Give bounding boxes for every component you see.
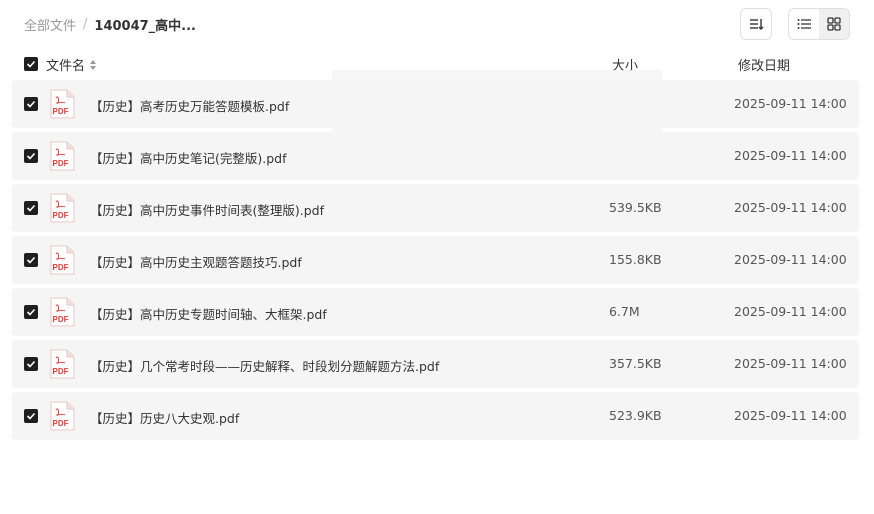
breadcrumb: 全部文件 / 140047_高中... (24, 14, 196, 34)
pdf-file-icon: PDF (49, 193, 75, 226)
grid-view-button[interactable] (819, 9, 849, 39)
check-icon (26, 152, 36, 160)
check-icon (26, 204, 36, 212)
breadcrumb-root-link[interactable]: 全部文件 (24, 15, 76, 34)
file-date: 2025-09-11 14:00 (734, 252, 847, 267)
file-size: 539.5KB (609, 200, 662, 215)
file-checkbox[interactable] (24, 201, 38, 215)
file-checkbox[interactable] (24, 97, 38, 111)
pdf-file-icon: PDF (49, 141, 75, 174)
list-view-button[interactable] (789, 9, 819, 39)
file-row[interactable]: PDF 【历史】几个常考时段——历史解释、时段划分题解题方法.pdf 357.5… (12, 340, 859, 388)
file-checkbox[interactable] (24, 305, 38, 319)
file-type-label: PDF (53, 211, 69, 220)
column-header-name[interactable]: 文件名 (46, 55, 97, 74)
file-type-label: PDF (53, 263, 69, 272)
file-checkbox[interactable] (24, 409, 38, 423)
file-row[interactable]: PDF 【历史】高中历史事件时间表(整理版).pdf 539.5KB 2025-… (12, 184, 859, 232)
file-name[interactable]: 【历史】高考历史万能答题模板.pdf (90, 96, 289, 115)
file-row[interactable]: PDF 【历史】高中历史主观题答题技巧.pdf 155.8KB 2025-09-… (12, 236, 859, 284)
file-row[interactable]: PDF 【历史】高中历史专题时间轴、大框架.pdf 6.7M 2025-09-1… (12, 288, 859, 336)
pdf-file-icon: PDF (49, 401, 75, 434)
file-size: 6.7M (609, 304, 640, 319)
file-size: 523.9KB (609, 408, 662, 423)
check-icon (26, 256, 36, 264)
file-date: 2025-09-11 14:00 (734, 408, 847, 423)
file-name[interactable]: 【历史】高中历史专题时间轴、大框架.pdf (90, 304, 327, 323)
view-toggle (788, 8, 850, 40)
file-type-label: PDF (53, 419, 69, 428)
file-checkbox[interactable] (24, 253, 38, 267)
breadcrumb-separator: / (83, 16, 88, 32)
file-type-label: PDF (53, 315, 69, 324)
file-date: 2025-09-11 14:00 (734, 96, 847, 111)
file-row[interactable]: PDF 【历史】历史八大史观.pdf 523.9KB 2025-09-11 14… (12, 392, 859, 440)
file-size: 357.5KB (609, 356, 662, 371)
pdf-file-icon: PDF (49, 89, 75, 122)
list-view-icon (797, 19, 811, 29)
file-checkbox[interactable] (24, 149, 38, 163)
loading-overlay (332, 70, 662, 170)
sort-button[interactable] (740, 8, 772, 40)
grid-view-icon (827, 17, 841, 31)
check-icon (26, 360, 36, 368)
file-type-label: PDF (53, 107, 69, 116)
breadcrumb-current-folder: 140047_高中... (94, 18, 196, 34)
file-browser: 全部文件 / 140047_高中... 文件名 大小 修改日期 PDF 【历史】… (0, 0, 874, 514)
sort-caret-icon (89, 59, 97, 71)
check-icon (26, 100, 36, 108)
file-name[interactable]: 【历史】高中历史主观题答题技巧.pdf (90, 252, 302, 271)
select-all-checkbox[interactable] (24, 57, 38, 71)
pdf-file-icon: PDF (49, 245, 75, 278)
sort-icon (750, 19, 764, 30)
file-name[interactable]: 【历史】几个常考时段——历史解释、时段划分题解题方法.pdf (90, 356, 439, 375)
file-checkbox[interactable] (24, 357, 38, 371)
file-date: 2025-09-11 14:00 (734, 200, 847, 215)
file-name[interactable]: 【历史】高中历史事件时间表(整理版).pdf (90, 200, 324, 219)
file-date: 2025-09-11 14:00 (734, 148, 847, 163)
file-size: 155.8KB (609, 252, 662, 267)
pdf-file-icon: PDF (49, 297, 75, 330)
file-date: 2025-09-11 14:00 (734, 304, 847, 319)
check-icon (26, 412, 36, 420)
check-icon (26, 308, 36, 316)
pdf-file-icon: PDF (49, 349, 75, 382)
file-date: 2025-09-11 14:00 (734, 356, 847, 371)
file-name[interactable]: 【历史】高中历史笔记(完整版).pdf (90, 148, 287, 167)
file-type-label: PDF (53, 367, 69, 376)
column-header-date[interactable]: 修改日期 (738, 55, 790, 74)
file-type-label: PDF (53, 159, 69, 168)
column-header-name-label: 文件名 (46, 59, 86, 74)
check-icon (26, 60, 36, 68)
file-name[interactable]: 【历史】历史八大史观.pdf (90, 408, 239, 427)
